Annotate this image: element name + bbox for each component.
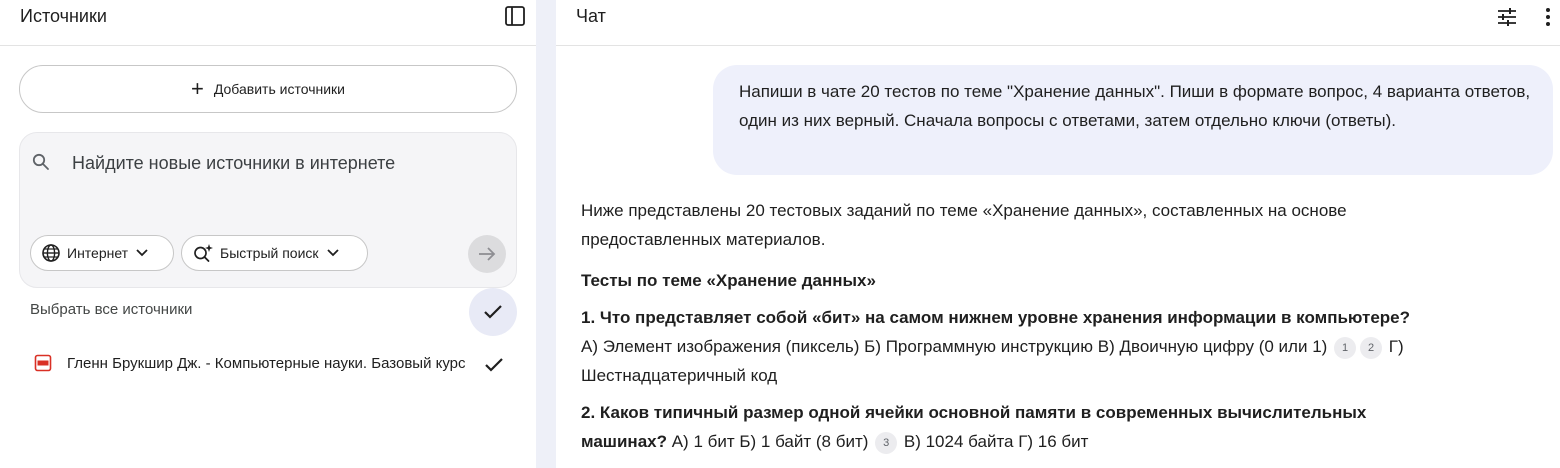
sources-header: Источники [0, 0, 536, 46]
panel-toggle-icon[interactable] [504, 5, 526, 27]
user-message: Напиши в чате 20 тестов по теме "Хранени… [713, 65, 1553, 175]
pdf-icon [34, 354, 52, 372]
search-icon [32, 153, 49, 170]
answer-options: В) 1024 байта Г) 16 бит [899, 432, 1089, 451]
sources-title: Источники [20, 6, 107, 26]
sparkle-search-icon [194, 244, 213, 262]
internet-label: Интернет [67, 245, 129, 261]
add-sources-label: Добавить источники [213, 81, 345, 97]
search-submit-button[interactable] [468, 235, 506, 273]
answer-options: А) Элемент изображения (пиксель) Б) Прог… [581, 337, 1328, 356]
source-checkbox[interactable] [481, 352, 507, 378]
citation-badge[interactable]: 3 [875, 432, 898, 454]
select-all-checkbox[interactable] [469, 288, 517, 336]
chat-header: Чат [556, 0, 1560, 46]
check-icon [485, 358, 503, 372]
answer-heading: Тесты по теме «Хранение данных» [581, 271, 876, 290]
fast-search-dropdown[interactable]: Быстрый поиск [181, 235, 368, 271]
add-sources-button[interactable]: + Добавить источники [19, 65, 517, 113]
question-item: 2. Каков типичный размер одной ячейки ос… [581, 398, 1411, 456]
chevron-down-icon [326, 249, 339, 257]
chat-title: Чат [576, 6, 606, 26]
arrow-right-icon [479, 247, 496, 261]
tune-icon[interactable] [1496, 6, 1518, 28]
source-search-box: Интернет Быстрый поиск [19, 132, 517, 288]
source-title: Гленн Брукшир Дж. - Компьютерные науки. … [67, 355, 466, 372]
panel-divider[interactable] [536, 0, 556, 468]
plus-icon: + [191, 76, 204, 101]
answer-options: А) 1 бит Б) 1 байт (8 бит) [667, 432, 869, 451]
more-vert-icon[interactable] [1542, 5, 1554, 29]
question-text: 1. Что представляет собой «бит» на самом… [581, 308, 1411, 327]
citation-badge[interactable]: 1 [1334, 337, 1357, 359]
globe-icon [42, 244, 60, 262]
chevron-down-icon [136, 249, 148, 257]
source-item[interactable]: Гленн Брукшир Дж. - Компьютерные науки. … [30, 345, 510, 385]
question-item: 1. Что представляет собой «бит» на самом… [581, 303, 1411, 390]
internet-dropdown[interactable]: Интернет [30, 235, 174, 271]
answer-intro: Ниже представлены 20 тестовых заданий по… [581, 201, 1347, 249]
chat-panel: Чат Напиши в чате 20 тестов по теме "Хра… [556, 0, 1560, 468]
sources-panel: Источники + Добавить источники Интернет [0, 0, 536, 468]
assistant-answer: Ниже представлены 20 тестовых заданий по… [581, 196, 1541, 456]
source-search-input[interactable] [72, 149, 492, 177]
citation-badge[interactable]: 2 [1360, 337, 1383, 359]
select-all-label: Выбрать все источники [30, 301, 193, 318]
check-icon [484, 305, 502, 319]
fast-search-label: Быстрый поиск [220, 245, 319, 261]
